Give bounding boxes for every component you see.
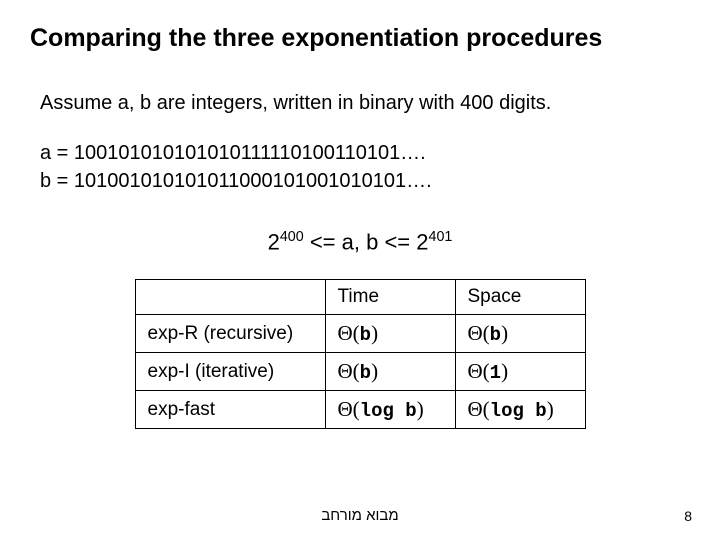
page-number: 8 xyxy=(684,508,692,524)
header-blank xyxy=(135,280,325,315)
ineq-base-2: 2 xyxy=(416,229,428,254)
space-cell: Θ(log b) xyxy=(455,391,585,429)
b-binary: b = 101001010101011000101001010101…. xyxy=(40,167,690,195)
ineq-middle: <= a, b <= xyxy=(304,229,417,254)
time-cell: Θ(log b) xyxy=(325,391,455,429)
table-row: exp-fast Θ(log b) Θ(log b) xyxy=(135,391,585,429)
theta-close: ) xyxy=(417,397,424,421)
ineq-base-1: 2 xyxy=(268,229,280,254)
table-header-row: Time Space xyxy=(135,280,585,315)
bounds-inequality: 2400 <= a, b <= 2401 xyxy=(200,229,520,255)
theta-open: Θ( xyxy=(468,397,490,421)
complexity-value: 1 xyxy=(490,362,501,384)
theta-close: ) xyxy=(501,359,508,383)
ineq-exp-2: 401 xyxy=(429,229,453,245)
theta-close: ) xyxy=(501,321,508,345)
time-cell: Θ(b) xyxy=(325,315,455,353)
row-label: exp-R (recursive) xyxy=(135,315,325,353)
a-binary: a = 100101010101010111110100110101…. xyxy=(40,139,690,167)
theta-close: ) xyxy=(547,397,554,421)
assumption-text: Assume a, b are integers, written in bin… xyxy=(40,89,690,117)
table-row: exp-R (recursive) Θ(b) Θ(b) xyxy=(135,315,585,353)
complexity-table: Time Space exp-R (recursive) Θ(b) Θ(b) e… xyxy=(135,279,586,429)
theta-open: Θ( xyxy=(468,321,490,345)
theta-close: ) xyxy=(371,321,378,345)
space-cell: Θ(b) xyxy=(455,315,585,353)
complexity-value: b xyxy=(490,324,501,346)
footer-text: מבוא מורחב xyxy=(0,507,720,524)
complexity-value: b xyxy=(360,362,371,384)
binary-examples: a = 100101010101010111110100110101…. b =… xyxy=(40,139,690,195)
row-label: exp-fast xyxy=(135,391,325,429)
complexity-value: log b xyxy=(360,400,417,422)
complexity-value: b xyxy=(360,324,371,346)
space-cell: Θ(1) xyxy=(455,353,585,391)
table-row: exp-I (iterative) Θ(b) Θ(1) xyxy=(135,353,585,391)
time-cell: Θ(b) xyxy=(325,353,455,391)
header-time: Time xyxy=(325,280,455,315)
theta-open: Θ( xyxy=(338,397,360,421)
theta-open: Θ( xyxy=(338,359,360,383)
complexity-value: log b xyxy=(490,400,547,422)
row-label: exp-I (iterative) xyxy=(135,353,325,391)
header-space: Space xyxy=(455,280,585,315)
theta-close: ) xyxy=(371,359,378,383)
theta-open: Θ( xyxy=(338,321,360,345)
slide-title: Comparing the three exponentiation proce… xyxy=(30,24,690,53)
ineq-exp-1: 400 xyxy=(280,229,304,245)
theta-open: Θ( xyxy=(468,359,490,383)
